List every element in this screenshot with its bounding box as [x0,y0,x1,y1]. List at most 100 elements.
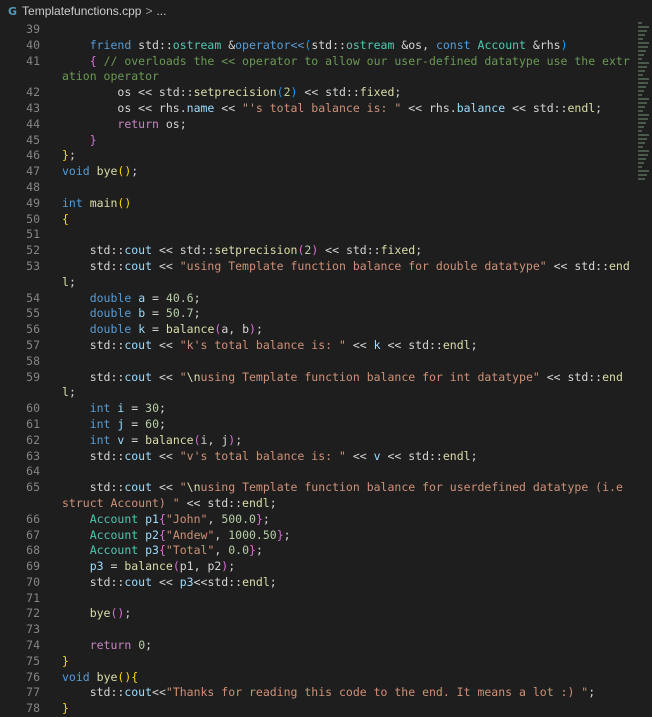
code-line[interactable]: 58 [0,354,632,370]
code-line[interactable]: 46}; [0,148,632,164]
minimap-line [638,90,644,92]
code-line[interactable]: 75} [0,654,632,670]
code-line[interactable]: 51 [0,227,632,243]
code-line[interactable]: 56 double k = balance(a, b); [0,322,632,338]
code-token: << [152,258,180,273]
code-token: std:: [62,685,125,700]
code-token: std:: [62,337,125,352]
line-number: 76 [26,669,40,684]
line-number: 49 [26,195,40,210]
code-line[interactable]: 67 Account p2{"Andew", 1000.50}; [0,528,632,544]
code-token: p2 [145,527,159,542]
code-token: 0.0 [228,543,250,558]
code-token: endl [567,100,596,115]
code-line[interactable]: 73 [0,622,632,638]
code-line[interactable]: 55 double b = 50.7; [0,306,632,322]
code-line[interactable]: 63 std::cout << "v's total balance is: "… [0,449,632,465]
code-line[interactable]: 65 std::cout << "\nusing Template functi… [0,480,632,512]
code-token: name [186,100,215,115]
minimap-line [638,54,644,56]
code-token: cout [124,337,153,352]
code-token: } [62,701,69,716]
code-token: 50.7 [165,306,194,321]
code-token: ostream [172,37,222,52]
code-token: , [207,511,222,526]
code-token: ; [283,527,291,542]
code-token: ; [588,685,596,700]
code-token: ; [228,559,236,574]
code-line[interactable]: 48 [0,180,632,196]
code-line[interactable]: 70 std::cout << p3<<std::endl; [0,575,632,591]
code-token: ; [269,495,277,510]
code-token: { [158,543,166,558]
code-line[interactable]: 45 } [0,133,632,149]
code-line[interactable]: 78} [0,701,632,717]
minimap-line [638,94,642,96]
code-token: & [221,37,236,52]
code-token: p1 [145,511,159,526]
code-line[interactable]: 76 void bye(){ [0,670,632,686]
code-token: } [62,653,69,668]
code-line[interactable]: 72 bye(); [0,606,632,622]
code-line[interactable]: 49 int main() [0,196,632,212]
breadcrumb-more[interactable]: ... [156,4,166,18]
code-line[interactable]: 71 [0,591,632,607]
minimap-line [638,142,645,144]
line-code: std::cout << "k's total balance is: " <<… [40,338,632,354]
code-token: ( [276,85,284,100]
code-line[interactable]: 74 return 0; [0,638,632,654]
code-line[interactable]: 42 os << std::setprecision(2) << std::fi… [0,85,632,101]
line-code: std::cout << "using Template function ba… [40,259,632,291]
code-token: << std:: [297,85,360,100]
code-line[interactable]: 52 std::cout << std::setprecision(2) << … [0,243,632,259]
code-token: std:: [311,37,346,52]
code-line[interactable]: 39 [0,22,632,38]
code-line[interactable]: 47 void bye(); [0,164,632,180]
code-line[interactable]: 77 std::cout<<"Thanks for reading this c… [0,685,632,701]
breadcrumb-file[interactable]: Templatefunctions.cpp [22,4,141,18]
code-line[interactable]: 66 Account p1{"John", 500.0}; [0,512,632,528]
line-number: 78 [26,701,40,716]
code-line[interactable]: 60 int i = 30; [0,401,632,417]
code-line[interactable]: 54 double a = 40.6; [0,291,632,307]
code-line[interactable]: 40 friend std::ostream &operator<<(std::… [0,38,632,54]
line-code: Account p1{"John", 500.0}; [40,512,632,528]
line-number: 41 [26,53,40,68]
line-number: 74 [26,638,40,653]
minimap-line [638,122,646,124]
code-token: 30 [145,401,159,416]
code-token: = [103,559,125,574]
code-token: { [158,511,166,526]
line-code: int j = 60; [40,417,632,433]
code-token: << [152,574,180,589]
code-token: Account [89,527,139,542]
code-line[interactable]: 41 { // overloads the << operator to all… [0,54,632,86]
minimap-line [638,38,643,40]
code-line[interactable]: 68 Account p3{"Total", 0.0}; [0,543,632,559]
code-editor[interactable]: 39 40 friend std::ostream &operator<<(st… [0,22,652,715]
line-code: Account p3{"Total", 0.0}; [40,543,632,559]
code-line[interactable]: 62 int v = balance(i, j); [0,433,632,449]
code-token: cout [124,258,153,273]
code-token: << std:: [318,243,381,258]
line-number: 55 [26,306,40,321]
code-line[interactable]: 43 os << rhs.name << "'s total balance i… [0,101,632,117]
code-line[interactable]: 50 { [0,212,632,228]
code-token: << rhs. [401,100,457,115]
code-line[interactable]: 59 std::cout << "\nusing Template functi… [0,370,632,402]
code-token: { [158,527,166,542]
minimap-line [638,34,645,36]
code-line[interactable]: 44 return os; [0,117,632,133]
code-line[interactable]: 61 int j = 60; [0,417,632,433]
code-token: { [89,53,97,68]
code-line[interactable]: 69 p3 = balance(p1, p2); [0,559,632,575]
code-line[interactable]: 64 [0,464,632,480]
code-line[interactable]: 57 std::cout << "k's total balance is: "… [0,338,632,354]
code-token: } [255,511,263,526]
code-line[interactable]: 53 std::cout << "using Template function… [0,259,632,291]
breadcrumb[interactable]: G Templatefunctions.cpp > ... [0,0,652,22]
